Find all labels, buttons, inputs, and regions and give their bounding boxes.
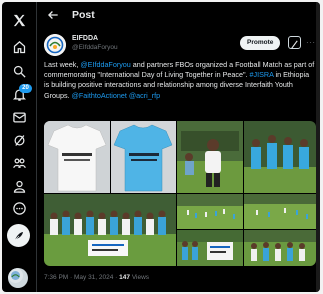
page-header: Post: [38, 2, 320, 30]
post-text: Last week, @EIfddaForyou and partners FB…: [44, 60, 316, 101]
post-timestamp[interactable]: 7:36 PM · May 31, 2024 ·: [44, 274, 119, 281]
mention-link[interactable]: @EIfddaForyou: [80, 60, 130, 69]
author-handle[interactable]: @EIfddaForyou: [72, 44, 118, 51]
mention-link[interactable]: @acri_rfp: [129, 91, 160, 100]
post-compose-button[interactable]: [7, 224, 30, 247]
photo-tshirt-white[interactable]: [44, 121, 110, 193]
photo-field-wide[interactable]: [177, 194, 243, 229]
mention-link[interactable]: @FaithtoActionet: [72, 91, 127, 100]
x-logo-icon[interactable]: [9, 10, 29, 30]
communities-icon[interactable]: [9, 153, 29, 173]
views-count: 147: [119, 274, 131, 281]
grok-analyze-icon[interactable]: [288, 36, 301, 49]
photo-field-players[interactable]: [244, 194, 316, 229]
account-avatar[interactable]: [8, 268, 28, 288]
promote-button[interactable]: Promote: [240, 36, 281, 50]
photo-tshirt-blue[interactable]: [111, 121, 176, 193]
hashtag-link[interactable]: #JISRA: [250, 70, 274, 79]
photo-grid[interactable]: [44, 121, 316, 266]
author-display-name[interactable]: EIFDDA: [72, 35, 98, 42]
main-column: Post EIFDDA @EIfddaForyou Promote ··· La…: [38, 2, 320, 292]
photo-group-field[interactable]: [244, 230, 316, 266]
notification-badge: 20: [19, 84, 32, 93]
search-icon[interactable]: [9, 61, 29, 81]
photo-player-field[interactable]: [177, 121, 243, 193]
scrollbar[interactable]: [316, 2, 320, 292]
profile-icon[interactable]: [9, 176, 29, 196]
app-window: 20 Post EIFDDA @EIfddaForyou Promote ···…: [2, 2, 320, 292]
home-icon[interactable]: [9, 37, 29, 57]
more-icon[interactable]: ···: [306, 38, 316, 47]
photo-team-blue[interactable]: [244, 121, 316, 193]
photo-banner-group[interactable]: [177, 230, 243, 266]
sidebar-nav: 20: [2, 2, 37, 292]
author-avatar[interactable]: [44, 34, 66, 56]
post-feather-icon: [14, 231, 23, 240]
photo-group-banner[interactable]: [44, 194, 176, 266]
notifications-icon[interactable]: 20: [9, 84, 32, 104]
messages-icon[interactable]: [9, 107, 29, 127]
more-circle-icon[interactable]: [9, 198, 29, 218]
post-meta: 7:36 PM · May 31, 2024 · 147 Views: [44, 274, 149, 281]
views-label: Views: [130, 274, 150, 281]
post-author-row: EIFDDA @EIfddaForyou Promote ···: [44, 34, 316, 56]
post-text-part: Last week,: [44, 60, 81, 69]
page-title: Post: [72, 9, 95, 21]
back-arrow-icon[interactable]: [46, 8, 60, 22]
grok-icon[interactable]: [9, 130, 29, 150]
